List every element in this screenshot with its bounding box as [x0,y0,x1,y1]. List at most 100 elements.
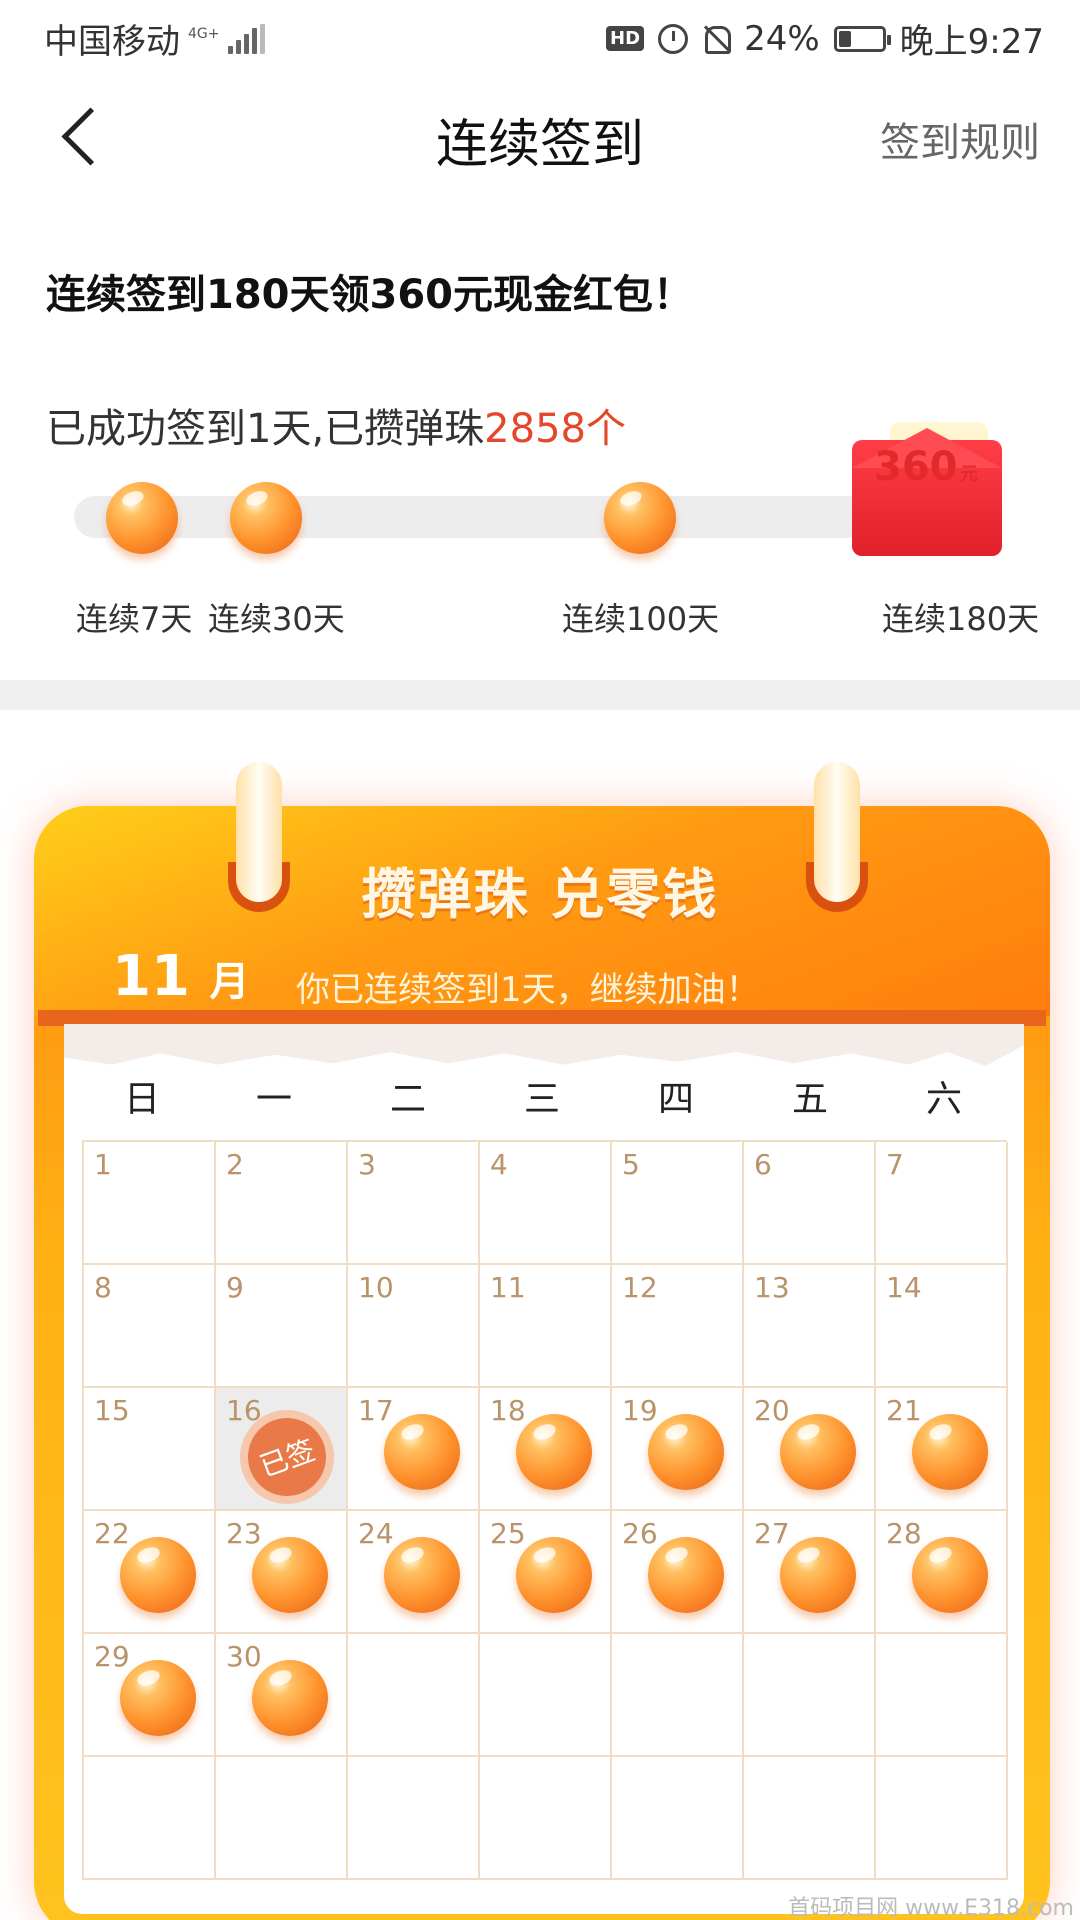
calendar-empty-cell [744,1757,876,1880]
calendar-day-cell[interactable]: 8 [84,1265,216,1388]
day-number: 6 [754,1148,772,1181]
day-number: 22 [94,1517,130,1550]
day-number: 19 [622,1394,658,1427]
calendar-day-cell[interactable]: 19 [612,1388,744,1511]
milestone-label: 连续180天 [882,600,1040,638]
marble-reward-icon [252,1537,328,1613]
progress-track [74,496,894,538]
calendar-day-cell[interactable]: 15 [84,1388,216,1511]
day-number: 23 [226,1517,262,1550]
calendar-day-cell[interactable]: 2 [216,1142,348,1265]
rules-link[interactable]: 签到规则 [880,110,1040,168]
hd-icon: HD [606,26,645,51]
calendar-day-cell[interactable]: 13 [744,1265,876,1388]
calendar-day-cell[interactable]: 16 已签 [216,1388,348,1511]
calendar-day-cell[interactable]: 4 [480,1142,612,1265]
calendar-day-cell[interactable]: 12 [612,1265,744,1388]
calendar-day-cell[interactable]: 27 [744,1511,876,1634]
calendar-day-cell[interactable]: 7 [876,1142,1008,1265]
status-bar: 中国移动 4G+ HD 24% 晚上9:27 [0,0,1080,76]
month-unit: 月 [209,959,250,1005]
calendar-day-cell[interactable]: 30 [216,1634,348,1757]
day-number: 21 [886,1394,922,1427]
calendar-empty-cell [84,1757,216,1880]
marble-reward-icon [120,1660,196,1736]
calendar-day-cell[interactable]: 17 [348,1388,480,1511]
day-number: 7 [886,1148,904,1181]
day-number: 20 [754,1394,790,1427]
calendar-day-cell[interactable]: 28 [876,1511,1008,1634]
marble-reward-icon [516,1537,592,1613]
marble-reward-icon [384,1537,460,1613]
battery-icon [833,25,891,52]
red-envelope-icon[interactable]: 360 元 [852,414,1002,556]
calendar-empty-cell [348,1757,480,1880]
weekday-header: 五 [791,1079,828,1120]
calendar-day-cell[interactable]: 23 [216,1511,348,1634]
day-number: 25 [490,1517,526,1550]
calendar-empty-cell [216,1757,348,1880]
marble-reward-icon [648,1414,724,1490]
calendar-day-cell[interactable]: 9 [216,1265,348,1388]
calendar-empty-cell [876,1757,1008,1880]
network-type: 4G+ [188,25,220,42]
milestone-30-marble-icon [230,482,302,554]
calendar-day-cell[interactable]: 14 [876,1265,1008,1388]
calendar-day-cell[interactable]: 6 [744,1142,876,1265]
calendar-day-cell[interactable]: 24 [348,1511,480,1634]
calendar-empty-cell [348,1634,480,1757]
calendar-empty-cell [480,1757,612,1880]
day-number: 3 [358,1148,376,1181]
milestone-label: 连续30天 [208,600,345,638]
month-label: 11 月 [112,944,249,1009]
marble-reward-icon [648,1537,724,1613]
day-number: 28 [886,1517,922,1550]
day-number: 11 [490,1271,526,1304]
day-number: 8 [94,1271,112,1304]
day-number: 30 [226,1640,262,1673]
calendar-day-cell[interactable]: 29 [84,1634,216,1757]
milestone-7-marble-icon [106,482,178,554]
marble-reward-icon [252,1660,328,1736]
calendar-day-cell[interactable]: 25 [480,1511,612,1634]
calendar-day-cell[interactable]: 21 [876,1388,1008,1511]
marble-reward-icon [780,1414,856,1490]
weekday-header: 二 [389,1079,426,1120]
calendar-day-cell[interactable]: 10 [348,1265,480,1388]
weekday-header: 六 [925,1079,962,1120]
progress-prefix: 已成功签到1天,已攒弹珠 [46,406,485,452]
day-number: 27 [754,1517,790,1550]
clock: 晚上9:27 [899,22,1044,62]
weekday-header: 四 [657,1079,694,1120]
calendar-day-cell[interactable]: 3 [348,1142,480,1265]
day-number: 15 [94,1394,130,1427]
calendar-day-cell[interactable]: 20 [744,1388,876,1511]
marble-reward-icon [516,1414,592,1490]
marble-reward-icon [912,1537,988,1613]
month-number: 11 [112,944,190,1009]
day-number: 14 [886,1271,922,1304]
carrier-name: 中国移动 [44,22,180,62]
signed-stamp-icon: 已签 [237,1407,337,1507]
marble-reward-icon [780,1537,856,1613]
alarm-icon [658,23,689,54]
calendar-day-cell[interactable]: 1 [84,1142,216,1265]
calendar-grid: 1 2 3 4 5 6 7 8 9 10 11 12 13 14 15 16 已签 17 18 19 20 21 22 23 2… [82,1140,1008,1880]
marble-reward-icon [120,1537,196,1613]
marble-count: 2858个 [484,406,626,452]
day-number: 12 [622,1271,658,1304]
calendar-empty-cell [480,1634,612,1757]
battery-percent: 24% [744,18,820,59]
calendar-day-cell[interactable]: 22 [84,1511,216,1634]
streak-message: 你已连续签到1天，继续加油！ [296,970,760,1010]
calendar-day-cell[interactable]: 26 [612,1511,744,1634]
day-number: 24 [358,1517,394,1550]
weekday-header: 日 [123,1079,160,1120]
day-number: 4 [490,1148,508,1181]
envelope-amount: 360 [874,444,958,490]
calendar-day-cell[interactable]: 11 [480,1265,612,1388]
calendar-day-cell[interactable]: 18 [480,1388,612,1511]
calendar-title: 攒弹珠 兑零钱 [361,863,719,926]
calendar-day-cell[interactable]: 5 [612,1142,744,1265]
mute-icon [702,24,732,54]
